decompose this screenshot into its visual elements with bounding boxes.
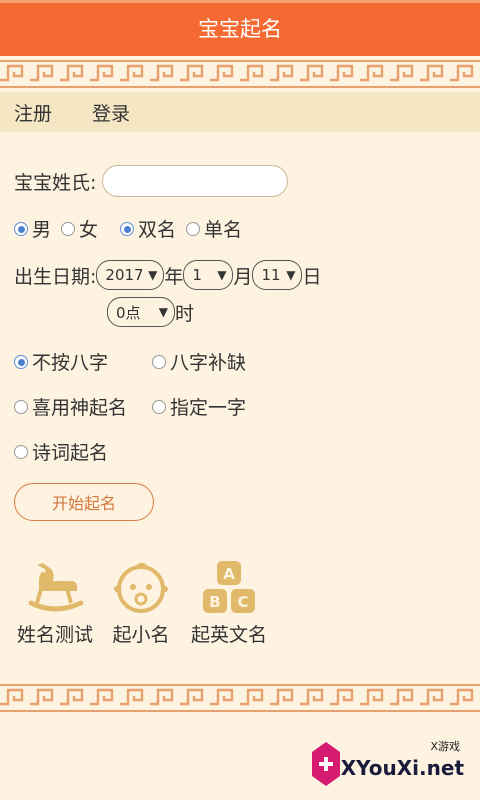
mode-row-3: 诗词起名 [14, 438, 118, 465]
hour-unit: 时 [175, 302, 195, 325]
dropdown-arrow-icon: ▼ [217, 268, 227, 282]
radio-dot [120, 221, 135, 236]
hour-value: 0点 [116, 303, 141, 322]
day-select[interactable]: 11 ▼ [252, 260, 303, 290]
month-select[interactable]: 1 ▼ [183, 260, 234, 290]
mode-label: 不按八字 [32, 352, 109, 374]
watermark: X游戏 XYouXi.net [304, 734, 474, 794]
mode-radio-poetry[interactable]: 诗词起名 [14, 438, 108, 465]
day-value: 11 [261, 266, 281, 284]
single-name-label: 单名 [204, 219, 243, 241]
tile-label: 起小名 [112, 624, 170, 646]
tile-label: 起英文名 [190, 624, 267, 646]
svg-text:C: C [237, 593, 248, 611]
radio-dot [14, 221, 28, 236]
year-value: 2017 [105, 266, 144, 284]
top-fret-border [0, 56, 480, 92]
mode-row-1: 不按八字 八字补缺 [14, 348, 256, 375]
mode-radio-xiyongshen[interactable]: 喜用神起名 [14, 393, 142, 420]
radio-dot [14, 399, 28, 414]
mode-radio-bazi-fill[interactable]: 八字补缺 [152, 348, 246, 375]
login-link[interactable]: 登录 [92, 99, 130, 126]
gender-male-label: 男 [32, 219, 52, 241]
auth-bar: 注册 登录 [0, 92, 480, 132]
mode-label: 喜用神起名 [32, 397, 128, 419]
hour-row: 0点 ▼ 时 [107, 297, 194, 327]
watermark-site-text: XYouXi.net [340, 756, 464, 780]
svg-text:B: B [209, 593, 220, 611]
dropdown-arrow-icon: ▼ [286, 268, 296, 282]
rocking-horse-icon [14, 558, 96, 618]
single-name-radio[interactable]: 单名 [186, 215, 242, 242]
radio-dot [186, 221, 201, 236]
double-name-radio[interactable]: 双名 [120, 215, 176, 242]
watermark-small-text: X游戏 [430, 740, 460, 753]
dropdown-arrow-icon: ▼ [148, 268, 158, 282]
surname-label: 宝宝姓氏: [14, 171, 97, 194]
hour-select[interactable]: 0点 ▼ [107, 297, 175, 327]
birth-date-row: 出生日期: 2017 ▼ 年 1 ▼ 月 11 ▼ 日 [14, 260, 321, 290]
mode-label: 诗词起名 [32, 442, 109, 464]
app-header: 宝宝起名 [0, 0, 480, 56]
tile-label: 姓名测试 [16, 624, 93, 646]
surname-row: 宝宝姓氏: [14, 165, 289, 197]
gender-female-radio[interactable]: 女 [61, 215, 98, 242]
mode-label: 指定一字 [170, 397, 247, 419]
year-unit: 年 [164, 265, 184, 288]
month-value: 1 [192, 266, 202, 284]
gender-female-label: 女 [79, 219, 99, 241]
tile-english-name[interactable]: A B C 起英文名 [190, 558, 268, 647]
tile-name-test[interactable]: 姓名测试 [14, 558, 96, 647]
gender-row: 男 女 双名 单名 [14, 215, 252, 242]
bottom-fret-border [0, 680, 480, 716]
tile-nickname[interactable]: 起小名 [108, 558, 174, 647]
double-name-label: 双名 [138, 219, 177, 241]
radio-dot [152, 354, 166, 369]
start-naming-button[interactable]: 开始起名 [14, 483, 154, 521]
day-unit: 日 [302, 265, 322, 288]
mode-label: 八字补缺 [170, 352, 247, 374]
radio-dot [14, 444, 28, 459]
radio-dot [61, 221, 76, 236]
mode-radio-fixed-char[interactable]: 指定一字 [152, 393, 246, 420]
app-title: 宝宝起名 [198, 17, 282, 41]
dropdown-arrow-icon: ▼ [158, 305, 168, 319]
radio-dot [14, 354, 28, 369]
month-unit: 月 [233, 265, 253, 288]
mode-radio-no-bazi[interactable]: 不按八字 [14, 348, 142, 375]
year-select[interactable]: 2017 ▼ [96, 260, 165, 290]
radio-dot [152, 399, 166, 414]
surname-input[interactable] [102, 165, 289, 197]
register-link[interactable]: 注册 [14, 99, 52, 126]
gender-male-radio[interactable]: 男 [14, 215, 51, 242]
svg-text:A: A [223, 565, 235, 583]
abc-blocks-icon: A B C [190, 558, 268, 618]
birth-label: 出生日期: [14, 265, 97, 288]
baby-face-icon [108, 558, 174, 618]
mode-row-2: 喜用神起名 指定一字 [14, 393, 256, 420]
